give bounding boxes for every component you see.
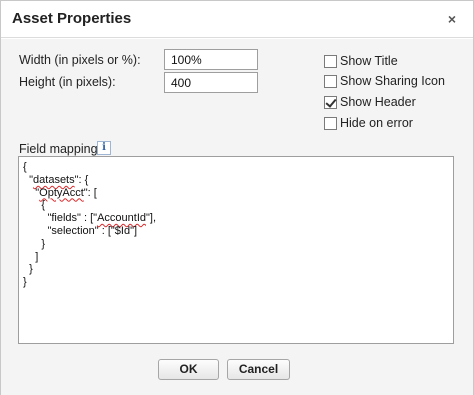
field-mapping-label: Field mapping [19,142,98,156]
hide-on-error-checkbox[interactable] [324,116,337,130]
code-line: } [23,238,449,251]
code-line: "datasets": { [23,174,449,187]
code-line: ] [23,251,449,264]
misspelled-token: datasets [33,173,75,186]
show-sharing-icon-label: Show Sharing Icon [340,74,445,88]
code-line: } [23,276,449,289]
dialog-title: Asset Properties [12,10,132,27]
show-header-checkbox[interactable] [324,95,337,109]
ok-button[interactable]: OK [158,359,219,380]
hide-on-error-label: Hide on error [340,116,413,130]
field-mapping-editor[interactable]: { "datasets": { "OptyAcct": [ { "fields"… [18,156,454,344]
code-line: "fields" : ["AccountId"], [23,212,449,225]
code-token: } [23,263,33,276]
dialog-body: Width (in pixels or %): Height (in pixel… [1,39,473,395]
code-line: { [23,161,449,174]
code-token: "selection" : ["$Id"] [23,224,138,237]
hide-on-error-option[interactable]: Hide on error [324,115,413,131]
width-input[interactable] [164,49,258,70]
show-header-label: Show Header [340,95,416,109]
show-header-option[interactable]: Show Header [324,94,416,110]
width-label: Width (in pixels or %): [19,53,141,67]
misspelled-token: AccountId [97,212,146,225]
code-token: } [23,237,46,250]
height-input[interactable] [164,72,258,93]
code-line: "selection" : ["$Id"] [23,225,449,238]
close-icon[interactable]: × [448,11,456,27]
cancel-button[interactable]: Cancel [227,359,290,380]
code-token: { [23,199,46,212]
code-token: "], [146,212,157,225]
code-token: "fields" : [" [23,212,98,225]
code-line: } [23,263,449,276]
height-label: Height (in pixels): [19,75,116,89]
show-title-label: Show Title [340,54,398,68]
code-line: { [23,199,449,212]
show-sharing-icon-checkbox[interactable] [324,74,337,88]
misspelled-token: OptyAcct [39,186,84,199]
show-sharing-icon-option[interactable]: Show Sharing Icon [324,73,445,89]
code-token: { [23,161,27,173]
code-token: " [23,173,34,186]
code-token: ] [23,250,39,263]
show-title-checkbox[interactable] [324,54,337,68]
info-icon[interactable]: i [97,141,111,155]
code-token: ": { [74,173,89,186]
show-title-option[interactable]: Show Title [324,53,398,69]
code-token: ": [ [83,186,97,199]
dialog-titlebar: Asset Properties × [1,1,473,38]
code-token: " [23,186,40,199]
code-token: } [23,276,27,289]
code-line: "OptyAcct": [ [23,187,449,200]
asset-properties-dialog: Asset Properties × Width (in pixels or %… [0,0,474,395]
